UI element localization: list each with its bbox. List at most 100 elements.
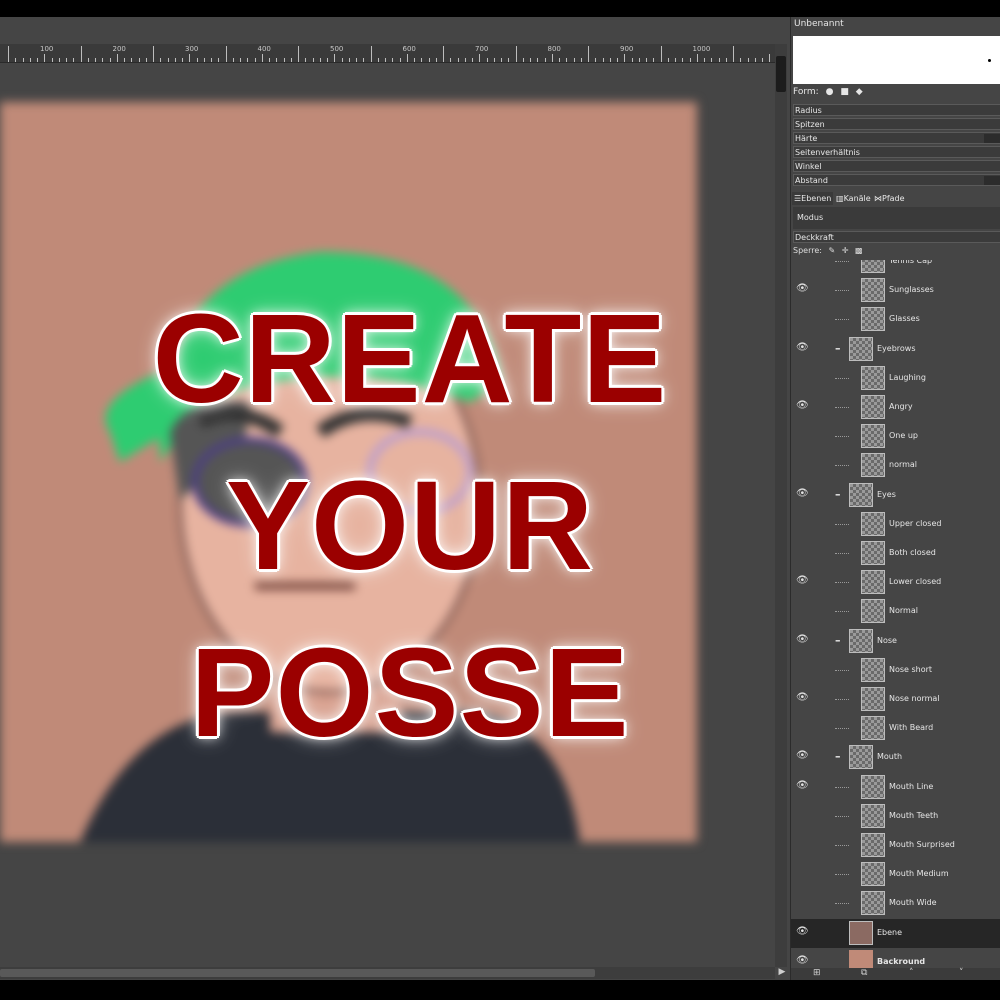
layer-name: Mouth Teeth (889, 810, 939, 820)
layer-row[interactable]: Mouth Wide (791, 889, 1000, 918)
canvas-workspace[interactable]: 100 200 300 400 500 600 700 800 900 1000 CREAT (0, 17, 790, 980)
layer-row[interactable]: 👁 – Eyebrows (791, 335, 1000, 364)
visibility-eye-icon[interactable] (796, 372, 810, 381)
visibility-eye-icon[interactable] (796, 260, 810, 264)
layer-row[interactable]: 👁 – Eyes (791, 481, 1000, 510)
layer-row[interactable]: Nose short (791, 656, 1000, 685)
brush-option-seitenverhältnis[interactable]: Seitenverhältnis (793, 146, 1000, 158)
visibility-eye-icon[interactable] (796, 430, 810, 439)
ruler-tick (428, 58, 430, 62)
layer-row[interactable]: Both closed (791, 539, 1000, 568)
ruler-tick (696, 54, 698, 62)
ruler-tick (87, 58, 89, 62)
layer-row[interactable]: With Beard (791, 714, 1000, 743)
visibility-eye-icon[interactable]: 👁 (796, 401, 810, 411)
lower-layer-icon[interactable]: ˅ (959, 968, 964, 978)
brush-option-radius[interactable]: Radius (793, 104, 1000, 116)
visibility-eye-icon[interactable] (796, 547, 810, 556)
ruler-tick (595, 58, 597, 62)
tab-ebenen[interactable]: ☰Ebenen (792, 192, 834, 205)
layer-name: Nose normal (889, 694, 940, 703)
visibility-eye-icon[interactable]: 👁 (796, 693, 810, 703)
layer-row[interactable]: Tennis Cap (791, 260, 1000, 276)
visibility-eye-icon[interactable] (796, 722, 810, 731)
visibility-eye-icon[interactable] (796, 605, 810, 614)
layer-row[interactable]: 👁 Backround (791, 948, 1000, 968)
visibility-eye-icon[interactable] (796, 839, 810, 848)
layer-row[interactable]: normal (791, 451, 1000, 480)
layer-thumbnail (861, 657, 885, 682)
layer-row[interactable]: 👁 Lower closed (791, 568, 1000, 597)
brush-dot (988, 59, 991, 62)
visibility-eye-icon[interactable] (796, 868, 810, 877)
layer-row[interactable]: One up (791, 422, 1000, 451)
layer-row[interactable]: Mouth Teeth (791, 802, 1000, 831)
collapse-group-icon[interactable]: – (835, 489, 843, 500)
layer-row[interactable]: 👁 – Nose (791, 627, 1000, 656)
layer-list: Tennis Cap 👁 Sunglasses Glasses 👁 – Eyebrows La… (791, 260, 1000, 968)
ruler-tick (486, 58, 488, 62)
brush-option-winkel[interactable]: Winkel (793, 160, 1000, 172)
visibility-eye-icon[interactable]: 👁 (796, 488, 810, 498)
layer-row[interactable]: 👁 Nose normal (791, 685, 1000, 714)
layer-row[interactable]: 👁 Mouth Line (791, 773, 1000, 802)
visibility-eye-icon[interactable]: 👁 (796, 955, 810, 965)
visibility-eye-icon[interactable]: 👁 (796, 780, 810, 790)
tab-kanaele[interactable]: ▥Kanäle (834, 192, 873, 205)
option-slider-end[interactable] (984, 176, 1000, 185)
collapse-group-icon[interactable]: – (835, 635, 843, 646)
visibility-eye-icon[interactable]: 👁 (796, 751, 810, 761)
layer-row[interactable]: Mouth Surprised (791, 831, 1000, 860)
vertical-scrollbar[interactable] (775, 44, 787, 967)
visibility-eye-icon[interactable] (796, 313, 810, 322)
layer-row[interactable]: 👁 Ebene (791, 918, 1000, 948)
tab-pfade[interactable]: ⋈Pfade (872, 192, 907, 205)
visibility-eye-icon[interactable] (796, 518, 810, 527)
ruler-tick (457, 58, 459, 62)
circle-shape-icon[interactable]: ● (826, 87, 834, 97)
visibility-eye-icon[interactable]: 👁 (796, 284, 810, 294)
visibility-eye-icon[interactable] (796, 664, 810, 673)
visibility-eye-icon[interactable] (796, 810, 810, 819)
square-shape-icon[interactable]: ■ (840, 87, 849, 97)
collapse-group-icon[interactable]: – (835, 343, 843, 354)
visibility-eye-icon[interactable] (796, 897, 810, 906)
vertical-scroll-thumb[interactable] (776, 56, 786, 92)
layer-row[interactable]: Mouth Medium (791, 860, 1000, 889)
brush-option-spitzen[interactable]: Spitzen (793, 118, 1000, 130)
layer-row[interactable]: 👁 – Mouth (791, 743, 1000, 772)
option-slider-end[interactable] (984, 134, 1000, 143)
brush-option-abstand[interactable]: Abstand (793, 174, 1000, 186)
layer-row[interactable]: Laughing (791, 364, 1000, 393)
mode-selector[interactable]: Modus (793, 207, 1000, 229)
visibility-eye-icon[interactable]: 👁 (796, 634, 810, 644)
navigate-icon[interactable]: ▶ (777, 967, 787, 979)
horizontal-scrollbar[interactable] (0, 967, 775, 979)
ruler-tick (8, 46, 9, 62)
opacity-slider[interactable]: Deckkraft (793, 231, 1000, 243)
ruler-tick (653, 58, 655, 62)
brush-option-härte[interactable]: Härte (793, 132, 1000, 144)
lock-alpha-icon[interactable]: ▩ (855, 246, 863, 255)
collapse-group-icon[interactable]: – (835, 751, 843, 762)
visibility-eye-icon[interactable] (796, 459, 810, 468)
layer-name: Nose (877, 635, 897, 645)
duplicate-layer-icon[interactable]: ⧉ (861, 968, 867, 978)
layer-row[interactable]: 👁 Angry (791, 393, 1000, 422)
visibility-eye-icon[interactable]: 👁 (796, 342, 810, 352)
layer-row[interactable]: 👁 Sunglasses (791, 276, 1000, 305)
ruler-label: 200 (112, 45, 126, 53)
visibility-eye-icon[interactable]: 👁 (796, 926, 810, 936)
lock-pixels-icon[interactable]: ✎ (829, 246, 836, 255)
layer-row[interactable]: Upper closed (791, 510, 1000, 539)
layer-row[interactable]: Glasses (791, 305, 1000, 334)
layer-row[interactable]: Normal (791, 597, 1000, 626)
lock-position-icon[interactable]: ✛ (842, 246, 849, 255)
ruler-tick (646, 58, 647, 62)
tree-connector (835, 699, 849, 700)
diamond-shape-icon[interactable]: ◆ (856, 87, 863, 97)
visibility-eye-icon[interactable]: 👁 (796, 576, 810, 586)
new-layer-icon[interactable]: ⊞ (813, 968, 821, 978)
horizontal-scroll-thumb[interactable] (0, 969, 595, 977)
raise-layer-icon[interactable]: ˄ (909, 968, 914, 978)
